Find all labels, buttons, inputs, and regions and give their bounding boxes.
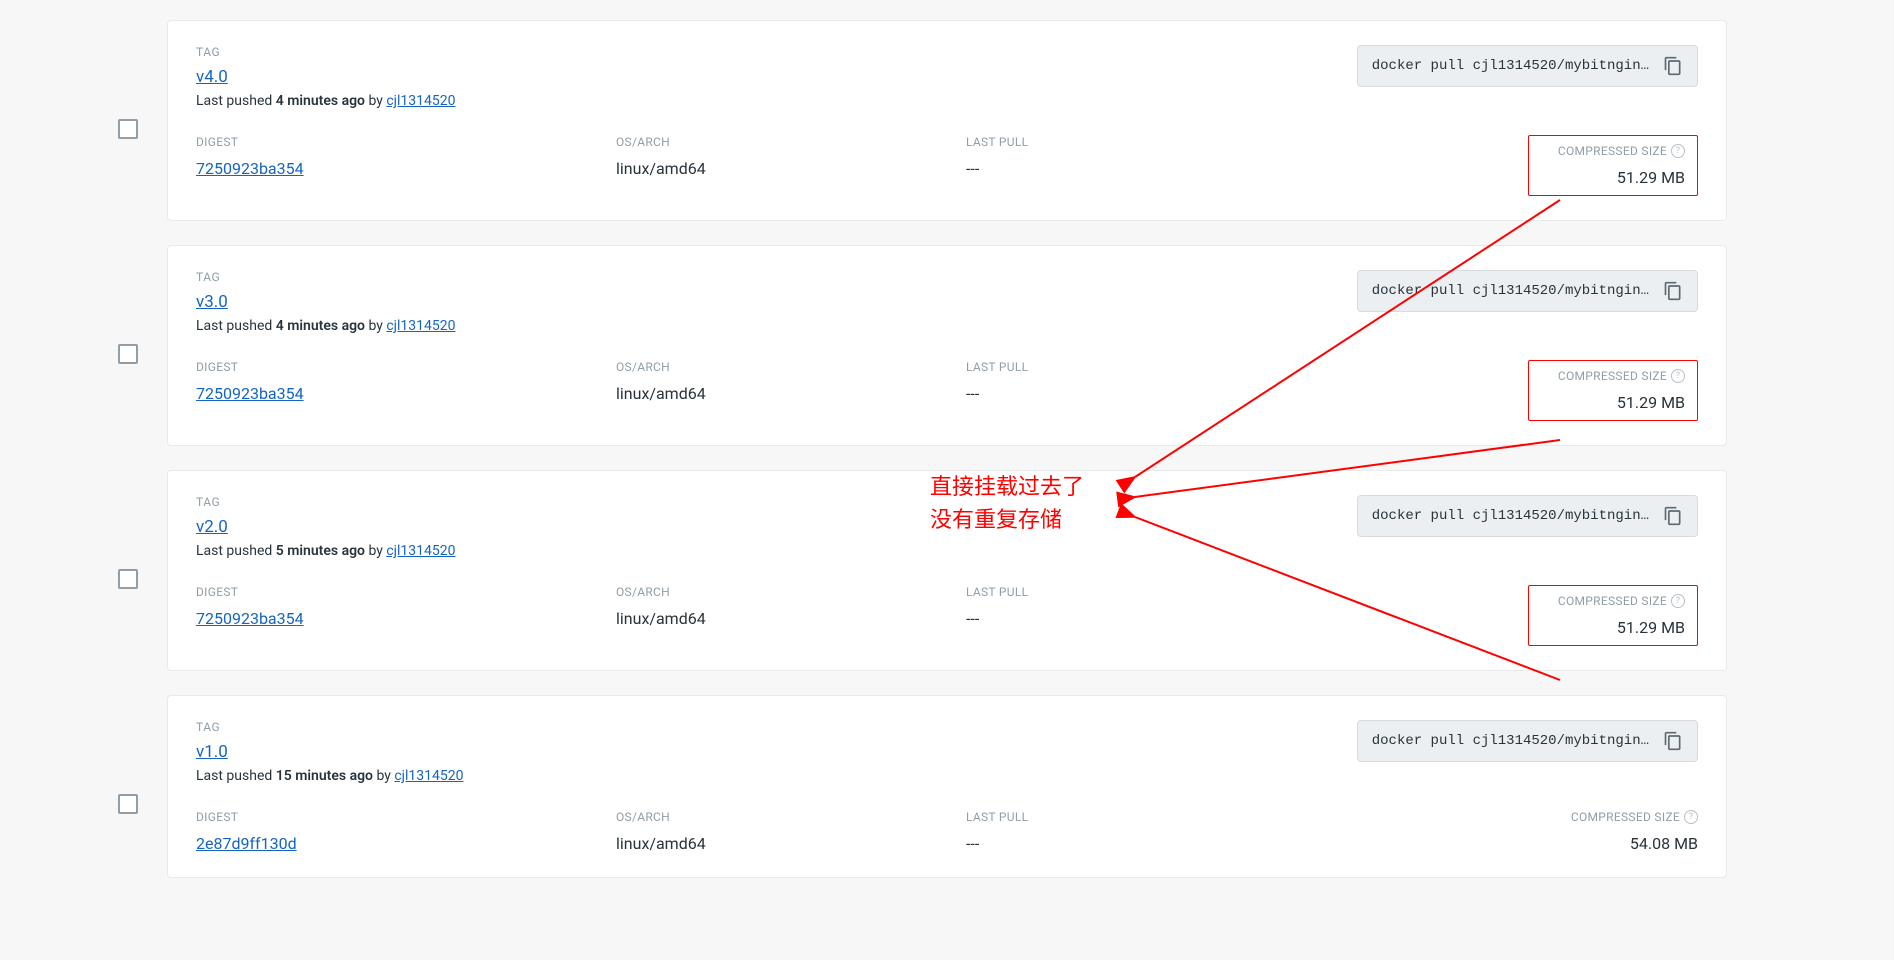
tag-card: TAG v2.0 Last pushed 5 minutes ago by cj… xyxy=(167,470,1727,671)
size-label: COMPRESSED SIZE xyxy=(1558,144,1667,158)
size-value: 51.29 MB xyxy=(1541,393,1685,412)
tag-label: TAG xyxy=(196,495,1357,509)
copy-icon[interactable] xyxy=(1663,281,1683,301)
size-label: COMPRESSED SIZE xyxy=(1558,369,1667,383)
digest-link[interactable]: 7250923ba354 xyxy=(196,159,304,178)
lastpull-value: --- xyxy=(966,834,1316,853)
lastpull-label: LAST PULL xyxy=(966,810,1316,824)
lastpull-value: --- xyxy=(966,609,1316,628)
tag-card: TAG v4.0 Last pushed 4 minutes ago by cj… xyxy=(167,20,1727,221)
tag-card: TAG v1.0 Last pushed 15 minutes ago by c… xyxy=(167,695,1727,878)
digest-label: DIGEST xyxy=(196,135,616,149)
osarch-label: OS/ARCH xyxy=(616,360,966,374)
pull-command-text: docker pull cjl1314520/mybitngin… xyxy=(1372,58,1649,74)
author-link[interactable]: cjl1314520 xyxy=(386,93,455,109)
tag-label: TAG xyxy=(196,270,1357,284)
author-link[interactable]: cjl1314520 xyxy=(394,768,463,784)
last-pushed: Last pushed 4 minutes ago by cjl1314520 xyxy=(196,318,1357,334)
digest-label: DIGEST xyxy=(196,810,616,824)
info-icon: ? xyxy=(1671,144,1685,158)
pull-command-box[interactable]: docker pull cjl1314520/mybitngin… xyxy=(1357,495,1698,537)
pull-command-box[interactable]: docker pull cjl1314520/mybitngin… xyxy=(1357,720,1698,762)
last-pushed: Last pushed 5 minutes ago by cjl1314520 xyxy=(196,543,1357,559)
tag-name-link[interactable]: v4.0 xyxy=(196,67,228,87)
tag-name-link[interactable]: v1.0 xyxy=(196,742,228,762)
select-checkbox[interactable] xyxy=(118,344,138,364)
pull-command-text: docker pull cjl1314520/mybitngin… xyxy=(1372,508,1649,524)
last-pushed: Last pushed 15 minutes ago by cjl1314520 xyxy=(196,768,1357,784)
digest-link[interactable]: 7250923ba354 xyxy=(196,384,304,403)
pull-command-text: docker pull cjl1314520/mybitngin… xyxy=(1372,733,1649,749)
size-label: COMPRESSED SIZE xyxy=(1571,810,1680,824)
lastpull-label: LAST PULL xyxy=(966,360,1316,374)
osarch-label: OS/ARCH xyxy=(616,585,966,599)
select-checkbox[interactable] xyxy=(118,119,138,139)
lastpull-label: LAST PULL xyxy=(966,135,1316,149)
size-value: 51.29 MB xyxy=(1541,618,1685,637)
osarch-value: linux/amd64 xyxy=(616,384,966,403)
tag-name-link[interactable]: v3.0 xyxy=(196,292,228,312)
osarch-value: linux/amd64 xyxy=(616,834,966,853)
info-icon: ? xyxy=(1671,594,1685,608)
tag-name-link[interactable]: v2.0 xyxy=(196,517,228,537)
copy-icon[interactable] xyxy=(1663,731,1683,751)
lastpull-label: LAST PULL xyxy=(966,585,1316,599)
author-link[interactable]: cjl1314520 xyxy=(386,318,455,334)
size-value: 54.08 MB xyxy=(1316,834,1698,853)
copy-icon[interactable] xyxy=(1663,506,1683,526)
size-label: COMPRESSED SIZE xyxy=(1558,594,1667,608)
osarch-value: linux/amd64 xyxy=(616,609,966,628)
select-checkbox[interactable] xyxy=(118,569,138,589)
digest-label: DIGEST xyxy=(196,585,616,599)
size-value: 51.29 MB xyxy=(1541,168,1685,187)
tag-label: TAG xyxy=(196,720,1357,734)
size-box-highlight: COMPRESSED SIZE ? 51.29 MB xyxy=(1528,135,1698,196)
osarch-label: OS/ARCH xyxy=(616,810,966,824)
author-link[interactable]: cjl1314520 xyxy=(386,543,455,559)
lastpull-value: --- xyxy=(966,159,1316,178)
osarch-label: OS/ARCH xyxy=(616,135,966,149)
digest-label: DIGEST xyxy=(196,360,616,374)
size-box-highlight: COMPRESSED SIZE ? 51.29 MB xyxy=(1528,360,1698,421)
pull-command-box[interactable]: docker pull cjl1314520/mybitngin… xyxy=(1357,270,1698,312)
size-box-highlight: COMPRESSED SIZE ? 51.29 MB xyxy=(1528,585,1698,646)
pull-command-box[interactable]: docker pull cjl1314520/mybitngin… xyxy=(1357,45,1698,87)
digest-link[interactable]: 7250923ba354 xyxy=(196,609,304,628)
osarch-value: linux/amd64 xyxy=(616,159,966,178)
info-icon: ? xyxy=(1671,369,1685,383)
pull-command-text: docker pull cjl1314520/mybitngin… xyxy=(1372,283,1649,299)
last-pushed: Last pushed 4 minutes ago by cjl1314520 xyxy=(196,93,1357,109)
info-icon: ? xyxy=(1684,810,1698,824)
copy-icon[interactable] xyxy=(1663,56,1683,76)
select-checkbox[interactable] xyxy=(118,794,138,814)
tag-label: TAG xyxy=(196,45,1357,59)
tag-card: TAG v3.0 Last pushed 4 minutes ago by cj… xyxy=(167,245,1727,446)
digest-link[interactable]: 2e87d9ff130d xyxy=(196,834,297,853)
lastpull-value: --- xyxy=(966,384,1316,403)
